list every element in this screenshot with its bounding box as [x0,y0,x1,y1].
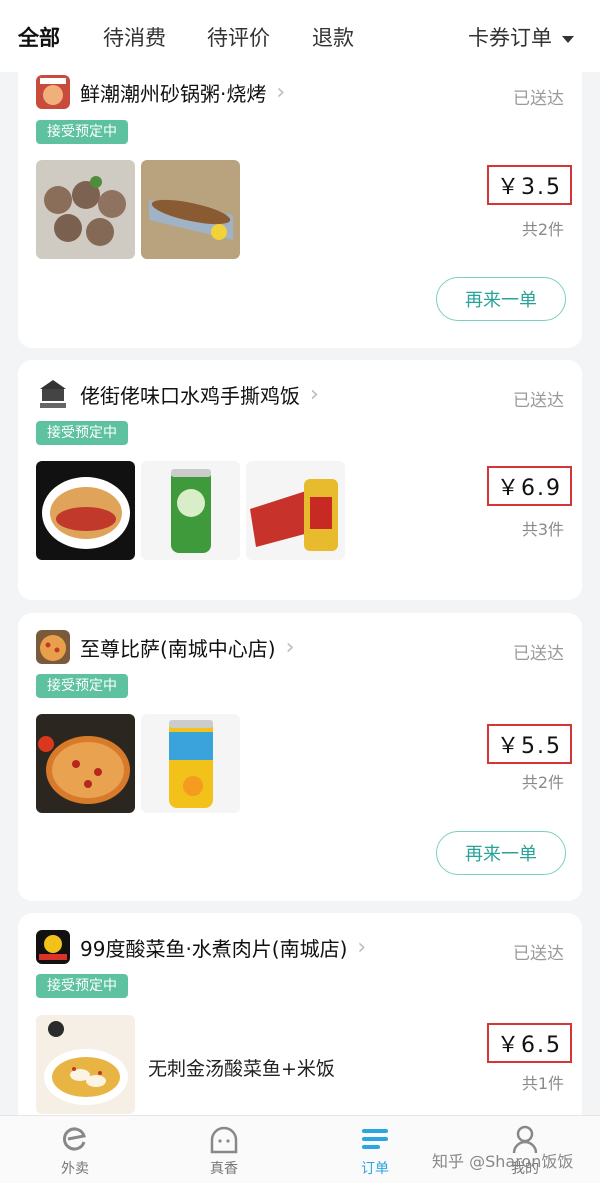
item-thumbnails[interactable] [36,714,240,813]
nav-zhenxiang[interactable]: 真香 [184,1124,264,1178]
tab-refund[interactable]: 退款 [312,22,354,52]
item-thumbnails[interactable] [36,160,240,259]
order-price: ￥3.5 [487,165,572,205]
food-image [36,714,135,813]
store-row[interactable]: 鲜潮潮州砂锅粥·烧烤 › [36,74,285,110]
store-row[interactable]: 99度酸菜鱼·水煮肉片(南城店) › [36,929,366,965]
store-row[interactable]: 佬街佬味口水鸡手撕鸡饭 › [36,376,319,412]
drink-image [246,461,345,560]
order-status: 已送达 [513,944,564,964]
caret-down-icon [562,35,574,43]
face-icon [210,1126,238,1154]
takeout-icon [62,1127,86,1151]
store-logo [36,630,70,664]
chevron-right-icon: › [310,381,319,407]
list-icon [362,1129,388,1149]
item-count: 共2件 [521,220,564,239]
order-status: 已送达 [513,391,564,411]
store-name: 99度酸菜鱼·水煮肉片(南城店) [80,936,348,961]
drink-image [141,714,240,813]
nav-orders[interactable]: 订单 [335,1124,415,1178]
store-logo [36,75,70,109]
store-logo [36,377,70,411]
food-image [36,461,135,560]
order-card[interactable]: 99度酸菜鱼·水煮肉片(南城店) › 已送达 接受预定中 无刺金汤酸菜鱼+米饭 … [18,913,582,1133]
order-price: ￥5.5 [487,724,572,764]
store-logo [36,930,70,964]
store-name: 至尊比萨(南城中心店) [80,636,276,661]
status-badge: 接受预定中 [36,974,128,998]
store-row[interactable]: 至尊比萨(南城中心店) › [36,629,294,665]
reorder-button[interactable]: 再来一单 [436,831,566,875]
order-status: 已送达 [513,89,564,109]
order-card[interactable]: 佬街佬味口水鸡手撕鸡饭 › 已送达 接受预定中 ￥6.9 共3件 [18,360,582,600]
reorder-button[interactable]: 再来一单 [436,277,566,321]
status-badge: 接受预定中 [36,421,128,445]
item-thumbnails[interactable] [36,461,345,560]
tab-to-consume[interactable]: 待消费 [103,22,166,52]
nav-label: 外卖 [61,1161,89,1177]
watermark: 知乎 @Sharon饭饭 [432,1152,574,1171]
tab-all[interactable]: 全部 [18,22,60,52]
chevron-right-icon: › [276,79,286,105]
order-price: ￥6.9 [487,466,572,506]
nav-label: 订单 [361,1161,389,1177]
nav-takeout[interactable]: 外卖 [35,1124,115,1178]
chevron-right-icon: › [357,934,367,960]
food-image [36,160,135,259]
voucher-orders-label: 卡券订单 [468,26,552,50]
food-image [141,160,240,259]
status-badge: 接受预定中 [36,120,128,144]
store-name: 佬街佬味口水鸡手撕鸡饭 [80,383,300,408]
item-count: 共1件 [521,1074,564,1093]
store-name: 鲜潮潮州砂锅粥·烧烤 [80,81,267,106]
chevron-right-icon: › [285,634,295,660]
order-card[interactable]: 至尊比萨(南城中心店) › 已送达 接受预定中 ￥5.5 共2件 再来一单 [18,613,582,901]
drink-image [141,461,240,560]
item-name: 无刺金汤酸菜鱼+米饭 [148,1058,335,1080]
item-thumbnails[interactable] [36,1015,135,1114]
nav-label: 真香 [210,1161,238,1177]
food-image [36,1015,135,1114]
voucher-orders-dropdown[interactable]: 卡券订单 [468,22,574,52]
order-price: ￥6.5 [487,1023,572,1063]
status-badge: 接受预定中 [36,674,128,698]
item-count: 共3件 [521,520,564,539]
item-count: 共2件 [521,773,564,792]
order-card[interactable]: 鲜潮潮州砂锅粥·烧烤 › 已送达 接受预定中 ￥3.5 共2件 再来一单 [18,58,582,348]
order-status: 已送达 [513,644,564,664]
tab-to-review[interactable]: 待评价 [207,22,270,52]
